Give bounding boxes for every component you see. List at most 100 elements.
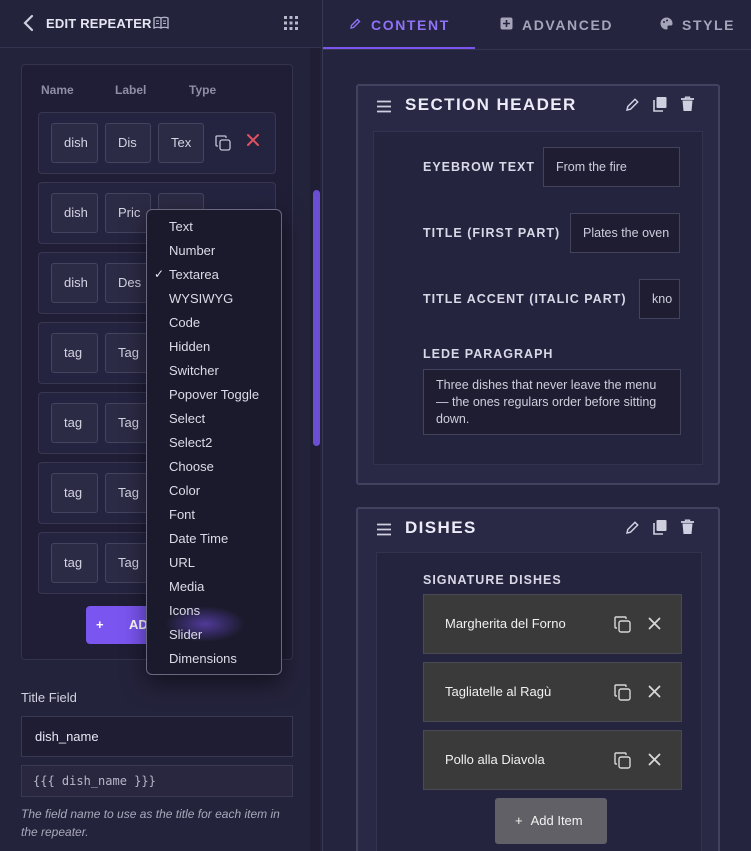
tab-bar: CONTENT ADVANCED STYLE [323,0,751,50]
add-item-button[interactable]: + Add Item [495,798,607,844]
dropdown-option-popover-toggle[interactable]: Popover Toggle [169,385,259,405]
remove-icon[interactable] [648,617,662,631]
book-icon[interactable] [153,15,169,31]
title-field-label: Title Field [21,690,77,705]
plus-icon: + [515,813,523,828]
dropdown-option-switcher[interactable]: Switcher [169,361,219,381]
field-label-input[interactable]: Pric [105,193,151,233]
trash-icon[interactable] [680,519,696,535]
back-chevron-icon[interactable] [22,14,38,34]
tab-advanced[interactable]: ADVANCED [500,17,613,33]
panel-header: EDIT REPEATER [0,0,321,48]
eyebrow-input[interactable]: From the fire [543,147,680,187]
duplicate-icon[interactable] [215,135,231,151]
active-tab-indicator [323,47,475,49]
duplicate-icon[interactable] [652,96,668,112]
field-type-dropdown: ✓ Text Number Textarea WYSIWYG Code Hidd… [146,209,282,675]
field-name-input[interactable]: tag [51,473,98,513]
dropdown-option-media[interactable]: Media [169,577,204,597]
add-field-label: AD [129,617,148,632]
drag-handle-icon[interactable] [376,100,392,114]
remove-icon[interactable] [648,753,662,767]
column-header-type: Type [189,83,217,97]
field-name-input[interactable]: tag [51,543,98,583]
field-label-input[interactable]: Tag [105,403,151,443]
dropdown-option-color[interactable]: Color [169,481,200,501]
field-name-input[interactable]: dish [51,263,98,303]
left-panel: EDIT REPEATER Name Label Type dish Dis T… [0,0,321,851]
repeater-item[interactable]: Pollo alla Diavola [423,730,682,790]
add-item-label: Add Item [530,813,583,828]
trash-icon[interactable] [680,96,696,112]
pencil-icon [349,17,363,33]
title-template-code: {{{ dish_name }}} [21,765,293,797]
dropdown-option-font[interactable]: Font [169,505,195,525]
dropdown-option-select[interactable]: Select [169,409,205,429]
eyebrow-label: EYEBROW TEXT [423,160,536,174]
title-field-help: The field name to use as the title for e… [21,807,280,839]
field-label-input[interactable]: Tag [105,473,151,513]
dropdown-option-text[interactable]: Text [169,217,193,237]
dropdown-option-number[interactable]: Number [169,241,215,261]
lede-label: LEDE PARAGRAPH [423,347,554,361]
section-header-panel: SECTION HEADER EYEBROW TEXT From the fir… [356,84,720,485]
field-name-input[interactable]: dish [51,123,98,163]
title-accent-label: TITLE ACCENT (ITALIC PART) [423,292,627,306]
duplicate-icon[interactable] [652,519,668,535]
plus-icon: + [96,617,104,632]
delete-field-icon[interactable] [246,133,262,149]
palette-icon [660,17,674,33]
dropdown-option-url[interactable]: URL [169,553,195,573]
edit-icon[interactable] [625,520,641,536]
tab-style-label: STYLE [682,17,736,33]
dropdown-option-slider[interactable]: Slider [169,625,202,645]
panel-title: EDIT REPEATER [46,16,152,31]
grid-icon[interactable] [283,15,299,31]
field-label-input[interactable]: Tag [105,543,151,583]
repeater-item-title: Margherita del Forno [445,616,566,631]
lede-textarea[interactable]: Three dishes that never leave the menu —… [423,369,681,435]
field-label-input[interactable]: Des [105,263,151,303]
tab-content[interactable]: CONTENT [349,17,450,33]
remove-icon[interactable] [648,685,662,699]
check-icon: ✓ [154,267,165,281]
tab-content-label: CONTENT [371,17,450,33]
field-name-input[interactable]: tag [51,333,98,373]
drag-handle-icon[interactable] [376,523,392,537]
signature-dishes-label: SIGNATURE DISHES [423,573,562,587]
right-panel: CONTENT ADVANCED STYLE SECTION HEADER EY… [322,0,751,851]
field-label-input[interactable]: Dis [105,123,151,163]
dropdown-option-dimensions[interactable]: Dimensions [169,649,237,669]
scrollbar-thumb[interactable] [313,190,320,446]
repeater-item-title: Tagliatelle al Ragù [445,684,552,699]
dropdown-option-icons[interactable]: Icons [169,601,200,621]
dropdown-option-wysiwyg[interactable]: WYSIWYG [169,289,233,309]
title-first-label: TITLE (FIRST PART) [423,226,561,240]
column-header-label: Label [115,83,147,97]
dropdown-option-choose[interactable]: Choose [169,457,214,477]
duplicate-icon[interactable] [614,752,631,769]
title-accent-input[interactable]: kno [639,279,680,319]
repeater-item-title: Pollo alla Diavola [445,752,545,767]
dropdown-option-select2[interactable]: Select2 [169,433,212,453]
dropdown-option-date-time[interactable]: Date Time [169,529,228,549]
repeater-item[interactable]: Margherita del Forno [423,594,682,654]
scrollbar-track[interactable] [310,48,320,851]
duplicate-icon[interactable] [614,684,631,701]
edit-icon[interactable] [625,97,641,113]
dropdown-option-hidden[interactable]: Hidden [169,337,210,357]
duplicate-icon[interactable] [614,616,631,633]
repeater-item[interactable]: Tagliatelle al Ragù [423,662,682,722]
title-field-input[interactable]: dish_name [21,716,293,757]
field-type-select[interactable]: Tex [158,123,204,163]
title-first-input[interactable]: Plates the oven [570,213,680,253]
field-row: dish Dis Tex [38,112,276,174]
field-label-input[interactable]: Tag [105,333,151,373]
tab-advanced-label: ADVANCED [522,17,614,33]
field-name-input[interactable]: dish [51,193,98,233]
dropdown-option-textarea[interactable]: Textarea [169,265,219,285]
tab-style[interactable]: STYLE [660,17,735,33]
field-name-input[interactable]: tag [51,403,98,443]
section-title: SECTION HEADER [405,95,577,114]
dropdown-option-code[interactable]: Code [169,313,200,333]
